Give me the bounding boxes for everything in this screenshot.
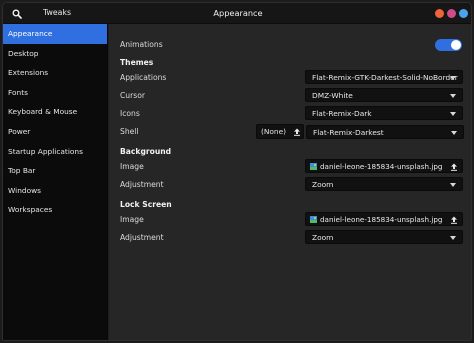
sidebar-item-desktop[interactable]: Desktop (3, 44, 107, 64)
page-title: Appearance (213, 8, 263, 18)
sidebar-item-windows[interactable]: Windows (3, 181, 107, 201)
sidebar-item-appearance[interactable]: Appearance (3, 24, 107, 44)
background-section-title: Background (120, 147, 172, 156)
applications-label: Applications (120, 73, 167, 82)
themes-section-title: Themes (120, 58, 154, 67)
background-adjustment-dropdown[interactable]: Zoom (305, 177, 463, 191)
appearance-panel: Animations Themes Applications Flat-Remi… (109, 24, 471, 340)
sidebar-item-keyboard-mouse[interactable]: Keyboard & Mouse (3, 102, 107, 122)
icons-label: Icons (120, 109, 140, 118)
background-image-chooser[interactable]: daniel-leone-185834-unsplash.jpg (305, 159, 463, 173)
header-bar: Tweaks Appearance (3, 3, 471, 24)
close-button[interactable] (459, 9, 468, 18)
cursor-theme-dropdown[interactable]: DMZ-White (305, 88, 463, 102)
background-image-filename: daniel-leone-185834-unsplash.jpg (320, 162, 443, 171)
lock-screen-adjustment-label: Adjustment (120, 233, 164, 242)
shell-none-label: (None) (261, 127, 287, 136)
cursor-theme-value: DMZ-White (312, 91, 353, 100)
image-file-icon (310, 216, 317, 223)
lock-screen-adjustment-value: Zoom (312, 233, 334, 242)
chevron-down-icon (450, 236, 456, 240)
maximize-button[interactable] (447, 9, 456, 18)
shell-theme-dropdown[interactable]: Flat-Remix-Darkest (306, 125, 464, 139)
lock-screen-image-filename: daniel-leone-185834-unsplash.jpg (320, 215, 443, 224)
image-file-icon (310, 163, 317, 170)
sidebar-item-startup-applications[interactable]: Startup Applications (3, 142, 107, 162)
icons-theme-value: Flat-Remix-Dark (312, 109, 372, 118)
applications-theme-value: Flat-Remix-GTK-Darkest-Solid-NoBorder (312, 73, 458, 82)
sidebar-item-extensions[interactable]: Extensions (3, 63, 107, 83)
upload-icon (451, 216, 457, 224)
applications-theme-dropdown[interactable]: Flat-Remix-GTK-Darkest-Solid-NoBorder (305, 70, 463, 84)
sidebar-item-fonts[interactable]: Fonts (3, 83, 107, 103)
animations-switch[interactable] (435, 39, 462, 51)
lock-screen-section-title: Lock Screen (120, 200, 172, 209)
sidebar-item-workspaces[interactable]: Workspaces (3, 200, 107, 220)
upload-icon (451, 163, 457, 171)
minimize-button[interactable] (435, 9, 444, 18)
sidebar-item-top-bar[interactable]: Top Bar (3, 161, 107, 181)
chevron-down-icon (450, 94, 456, 98)
chevron-down-icon (451, 131, 457, 135)
chevron-down-icon (450, 76, 456, 80)
shell-label: Shell (120, 127, 139, 136)
sidebar-item-power[interactable]: Power (3, 122, 107, 142)
chevron-down-icon (450, 112, 456, 116)
icons-theme-dropdown[interactable]: Flat-Remix-Dark (305, 106, 463, 120)
shell-theme-value: Flat-Remix-Darkest (313, 128, 384, 137)
shell-theme-file-button[interactable]: (None) (256, 124, 304, 139)
lock-screen-adjustment-dropdown[interactable]: Zoom (305, 230, 463, 244)
animations-label: Animations (120, 40, 163, 49)
background-image-label: Image (120, 162, 144, 171)
switch-knob (451, 40, 461, 50)
upload-icon (294, 128, 300, 136)
background-adjustment-value: Zoom (312, 180, 334, 189)
lock-screen-image-label: Image (120, 215, 144, 224)
sidebar: Appearance Desktop Extensions Fonts Keyb… (3, 24, 108, 340)
chevron-down-icon (450, 183, 456, 187)
tweaks-window: Tweaks Appearance Appearance Desktop Ext… (2, 2, 472, 341)
cursor-label: Cursor (120, 91, 145, 100)
background-adjustment-label: Adjustment (120, 180, 164, 189)
lock-screen-image-chooser[interactable]: daniel-leone-185834-unsplash.jpg (305, 212, 463, 226)
